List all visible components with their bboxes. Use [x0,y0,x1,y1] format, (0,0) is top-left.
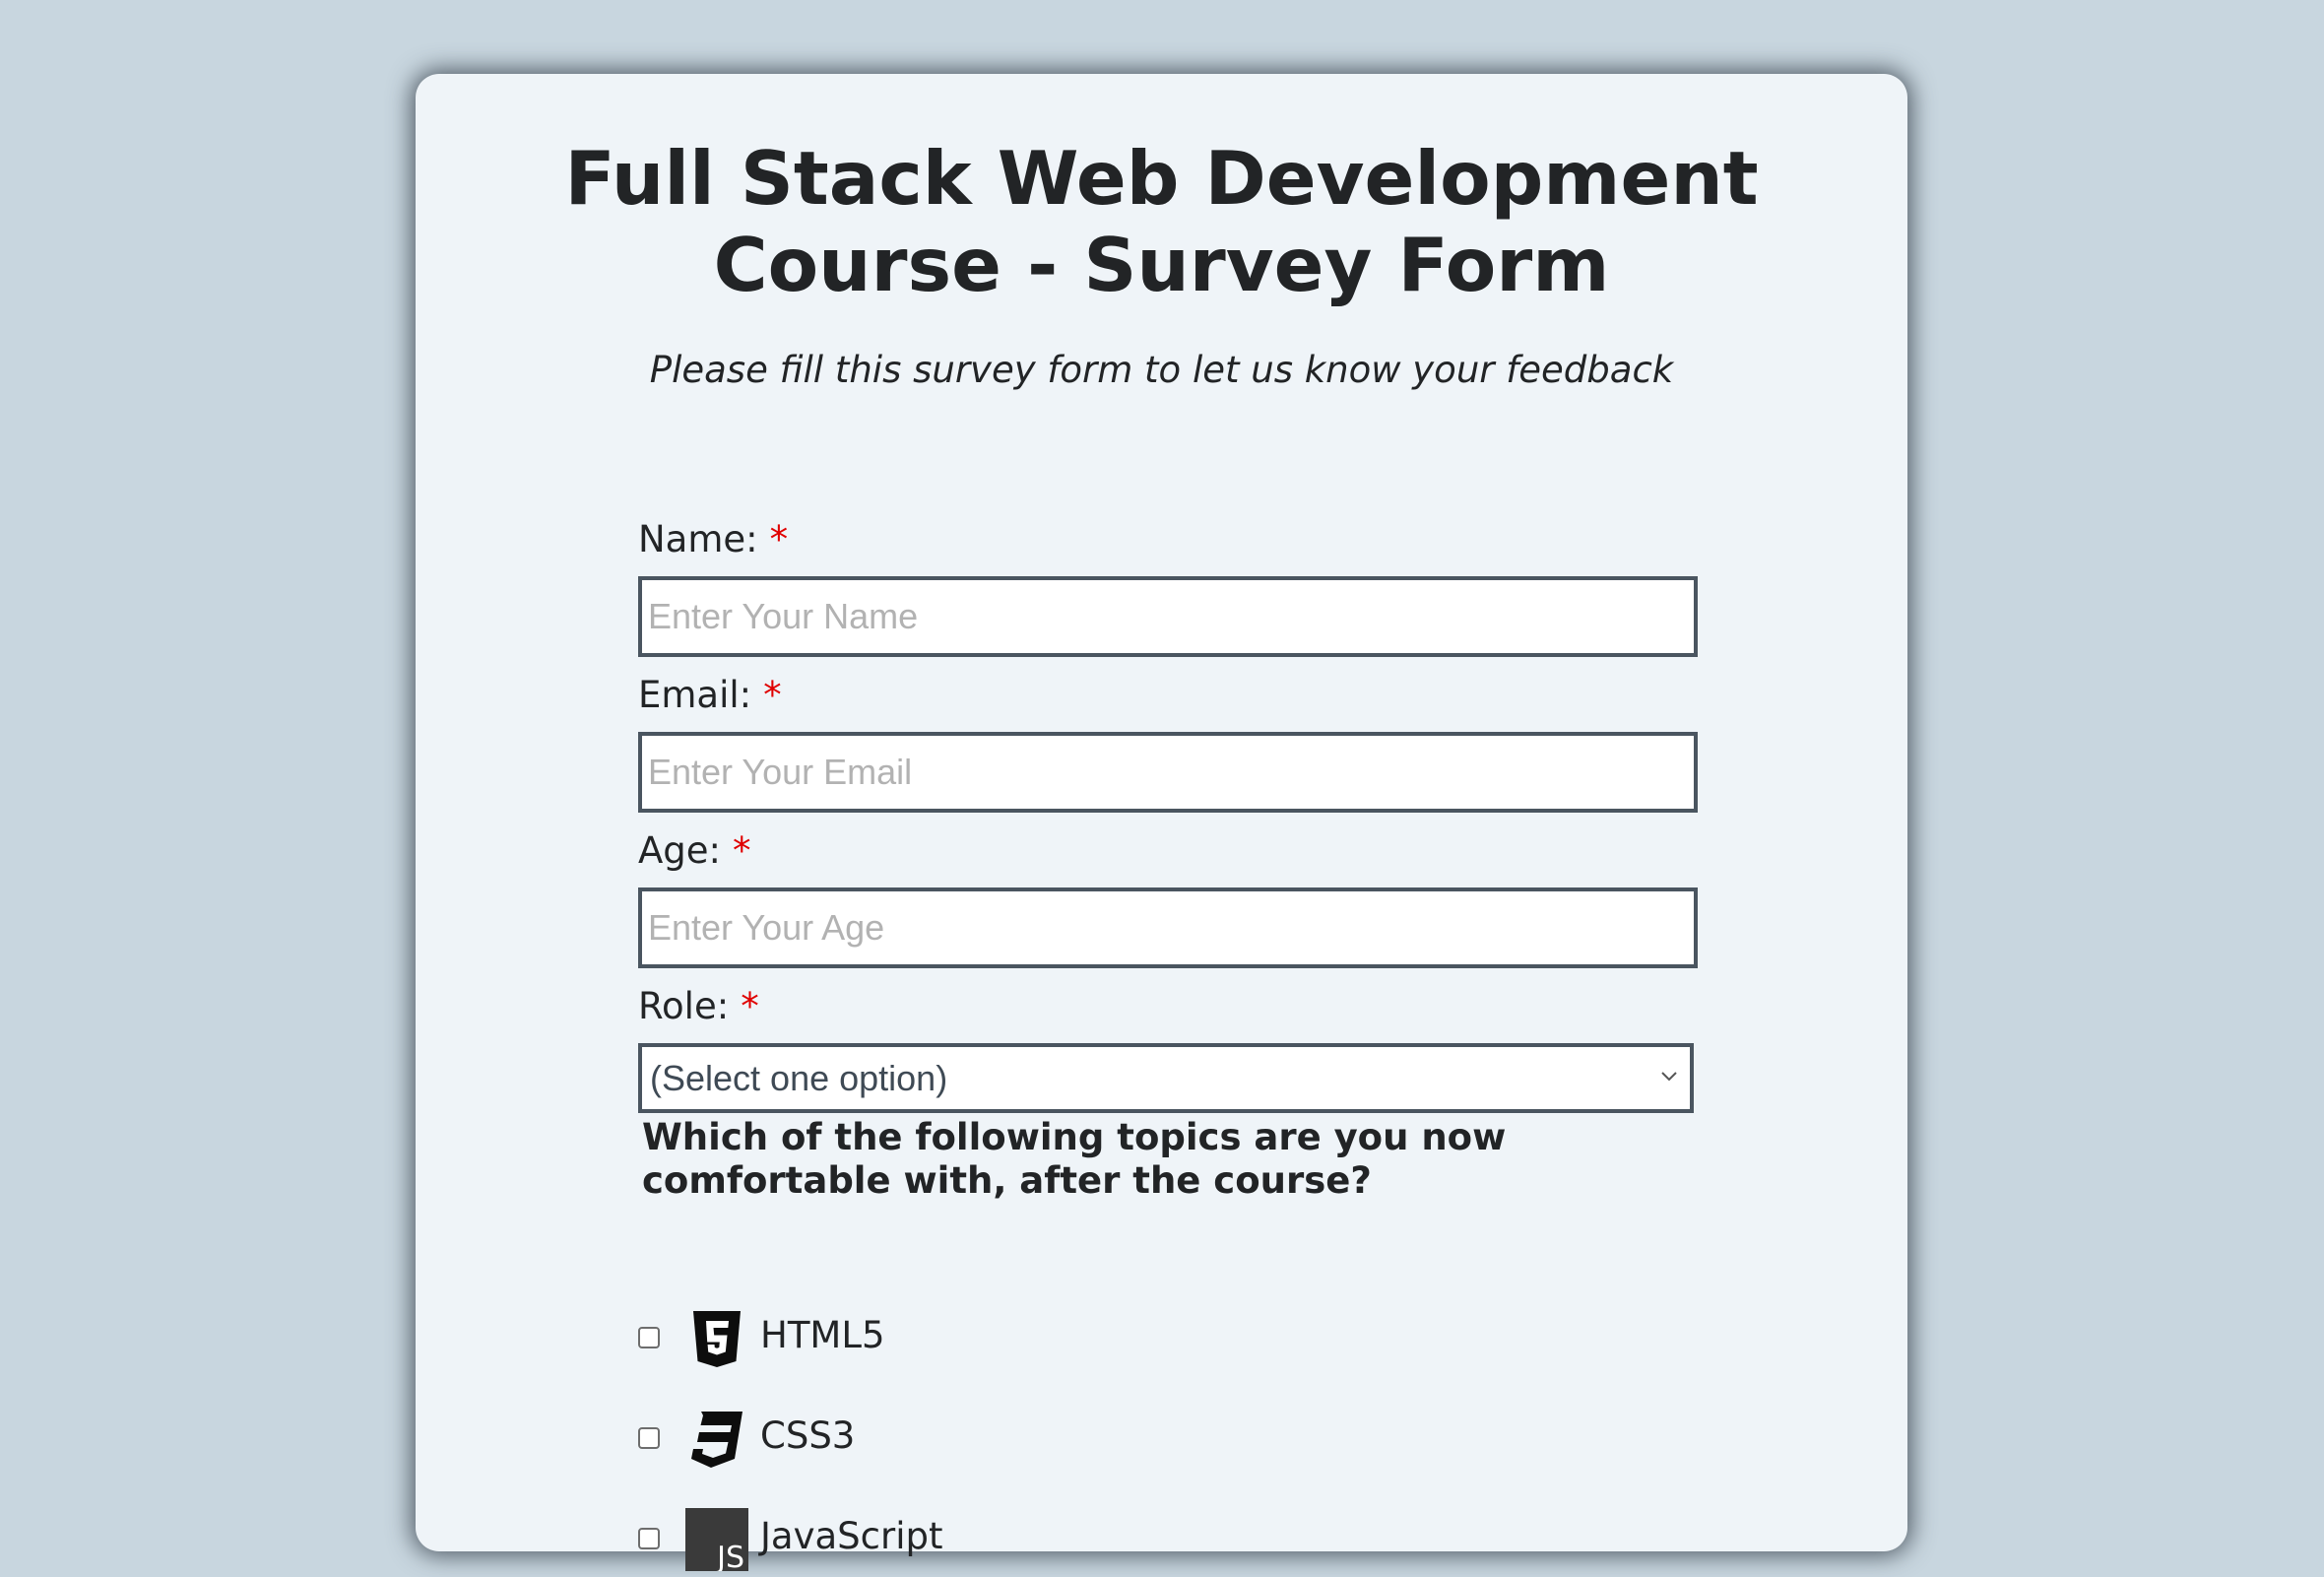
topic-option-javascript: JS JavaScript [638,1508,1327,1577]
age-label: Age: * [638,828,751,874]
role-select-value: (Select one option) [650,1058,948,1098]
survey-form-card: Full Stack Web Development Course - Surv… [416,74,1907,1571]
name-input[interactable] [638,576,1698,657]
topic-option-html5: HTML5 [638,1307,1327,1376]
email-input[interactable] [638,732,1698,813]
css3-icon [691,1412,742,1468]
required-marker: * [769,518,789,560]
required-marker: * [763,674,782,716]
html5-icon [693,1311,741,1367]
css3-checkbox[interactable] [638,1427,660,1449]
required-marker: * [733,829,751,872]
form-description: Please fill this survey form to let us k… [649,349,1674,391]
javascript-icon-text: JS [715,1541,744,1571]
javascript-label: JavaScript [760,1515,943,1557]
html5-checkbox[interactable] [638,1327,660,1348]
role-label: Role: * [638,984,759,1029]
page-title: Full Stack Web Development Course - Surv… [564,135,1759,308]
javascript-icon: JS [685,1508,748,1571]
css3-label: CSS3 [760,1414,856,1457]
name-label: Name: * [638,517,788,562]
name-label-text: Name: [638,518,758,560]
html5-label: HTML5 [760,1314,885,1356]
role-select[interactable]: (Select one option) [638,1043,1694,1113]
age-input[interactable] [638,887,1698,968]
topics-question: Which of the following topics are you no… [642,1116,1507,1202]
required-marker: * [741,985,759,1027]
email-label-text: Email: [638,674,752,716]
role-label-text: Role: [638,985,730,1027]
chevron-down-icon [1661,1072,1677,1082]
javascript-checkbox[interactable] [638,1528,660,1549]
age-label-text: Age: [638,829,722,872]
email-label: Email: * [638,673,782,718]
topic-option-css3: CSS3 [638,1408,1327,1477]
